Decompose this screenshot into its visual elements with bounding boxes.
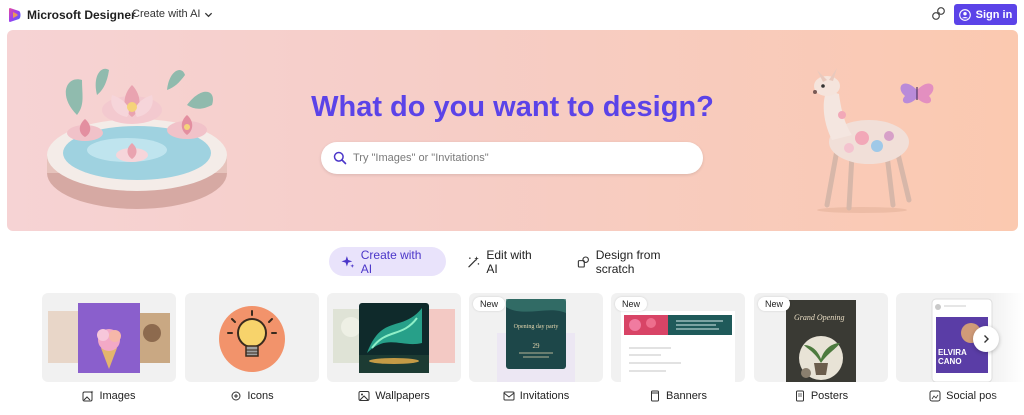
create-with-ai-menu[interactable]: Create with AI [132, 8, 213, 20]
card-label-invitations: Invitations [469, 390, 603, 402]
carousel-next-button[interactable] [973, 326, 999, 352]
butterfly [900, 83, 934, 104]
category-card-posters[interactable]: Grand Opening New [754, 293, 888, 382]
search-bar[interactable] [321, 142, 703, 174]
tab-label: Design from scratch [595, 247, 661, 276]
new-badge: New [473, 297, 506, 311]
tab-create-with-ai[interactable]: Create with AI [329, 247, 446, 276]
card-label-banners: Banners [611, 390, 745, 402]
card-label-wallpapers: Wallpapers [327, 390, 461, 402]
rewards-icon[interactable] [931, 6, 947, 22]
wallpaper-icon [358, 391, 370, 401]
category-card-icons[interactable] [185, 293, 319, 382]
microsoft-designer-logo-icon[interactable] [8, 7, 22, 23]
deer-butterfly-illustration [813, 68, 934, 213]
social-name-line2: CANO [938, 357, 962, 366]
card-label-posters: Posters [754, 390, 888, 402]
invitation-title: Opening day party [514, 324, 559, 330]
new-badge: New [615, 297, 648, 311]
tab-label: Edit with AI [486, 247, 532, 276]
search-input[interactable] [353, 147, 683, 169]
icons-preview [219, 306, 285, 372]
social-name-line1: ELVIRA [938, 348, 967, 357]
new-badge: New [758, 297, 791, 311]
category-card-wallpapers[interactable] [327, 293, 461, 382]
search-icon [333, 151, 347, 165]
chevron-down-icon [205, 12, 213, 17]
banner-icon [651, 390, 659, 402]
sparkle-icon [341, 255, 355, 268]
tab-edit-with-ai[interactable]: Edit with AI [455, 247, 555, 276]
chevron-right-icon [984, 335, 989, 343]
card-label-images: Images [42, 390, 176, 402]
user-icon [958, 8, 971, 21]
tab-design-from-scratch[interactable]: Design from scratch [565, 247, 705, 276]
wallpapers-preview [333, 303, 455, 373]
image-sparkle-icon [82, 390, 94, 402]
hero-banner: What do you want to design? [7, 30, 1018, 231]
poster-title: Grand Opening [794, 313, 844, 322]
card-label-icons: Icons [185, 390, 319, 402]
tab-label: Create with AI [360, 247, 422, 276]
brand-name[interactable]: Microsoft Designer [27, 8, 136, 22]
invitation-icon [503, 391, 515, 401]
shapes-icon [577, 255, 589, 268]
creation-mode-tabs: Create with AI Edit with AI Design from … [0, 247, 1024, 277]
carousel-fade [990, 293, 1024, 415]
category-card-images[interactable] [42, 293, 176, 382]
category-card-banners[interactable]: New [611, 293, 745, 382]
sign-in-label: Sign in [975, 8, 1013, 21]
category-card-invitations[interactable]: Opening day party 29 New [469, 293, 603, 382]
social-post-icon [929, 390, 941, 402]
invitation-date: 29 [533, 342, 541, 350]
floral-platform-illustration [47, 68, 227, 209]
poster-icon [795, 390, 804, 402]
top-bar: Microsoft Designer Create with AI Sign i… [0, 0, 1024, 30]
create-menu-label: Create with AI [132, 8, 201, 20]
sign-in-button[interactable]: Sign in [954, 4, 1017, 25]
images-preview [48, 303, 170, 373]
design-category-carousel: Images Icons Wallpapers Opening day part… [0, 293, 1024, 415]
icon-sparkle-icon [231, 391, 241, 401]
magic-wand-icon [468, 255, 480, 267]
